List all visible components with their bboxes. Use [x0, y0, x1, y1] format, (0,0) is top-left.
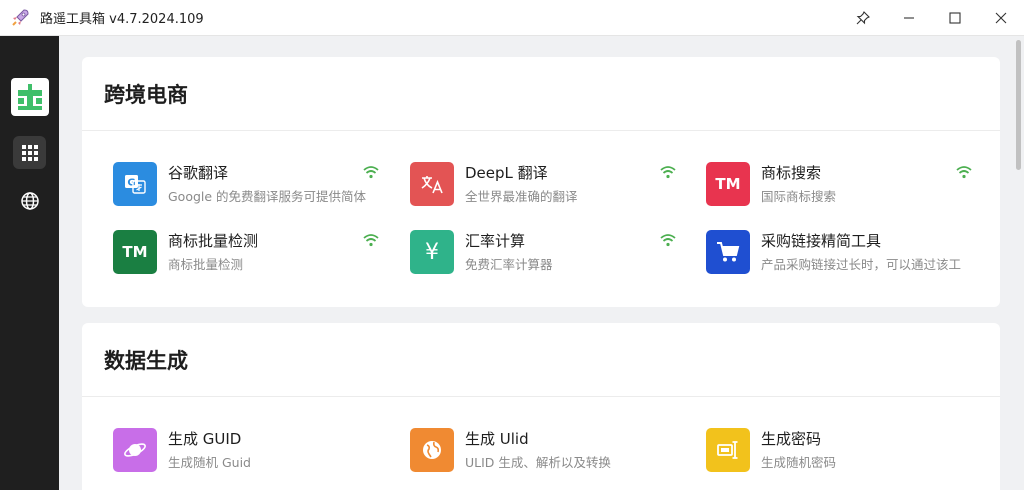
tool-trademark-search[interactable]: TM 商标搜索 国际商标搜索	[706, 159, 986, 209]
tool-google-translate[interactable]: G 谷歌翻译 Google 的免费翻译服务可提供简体	[113, 159, 393, 209]
nav-tools[interactable]	[13, 136, 46, 169]
close-button[interactable]	[978, 0, 1024, 36]
tool-name: 生成 Ulid	[465, 430, 529, 448]
section-title: 跨境电商	[104, 82, 188, 107]
tool-description: 生成随机 Guid	[168, 455, 251, 470]
tool-generate-guid[interactable]: 生成 GUID 生成随机 Guid	[113, 425, 393, 475]
tool-description: 全世界最准确的翻译	[465, 189, 578, 204]
tool-description: 生成随机密码	[761, 455, 837, 470]
title-bar: 路遥工具箱 v4.7.2024.109	[0, 0, 1024, 36]
section-header: 跨境电商	[82, 57, 1000, 131]
close-icon	[995, 12, 1007, 24]
google-translate-icon: G	[113, 162, 157, 206]
tool-generate-ulid[interactable]: 生成 Ulid ULID 生成、解析以及转换	[410, 425, 690, 475]
tool-link-shortener[interactable]: 采购链接精简工具 产品采购链接过长时，可以通过该工	[706, 227, 986, 277]
wifi-icon	[363, 166, 379, 179]
svg-text:G: G	[127, 178, 135, 189]
yen-icon: ¥	[410, 230, 454, 274]
wifi-icon	[660, 166, 676, 179]
nav-web[interactable]	[13, 184, 46, 217]
tool-generate-password[interactable]: 生成密码 生成随机密码	[706, 425, 986, 475]
tm-icon: TM	[706, 162, 750, 206]
rocket-icon	[12, 8, 29, 26]
tool-name: 谷歌翻译	[168, 164, 229, 182]
section-header: 数据生成	[82, 323, 1000, 397]
tool-name: 汇率计算	[465, 232, 526, 250]
minimize-icon	[904, 17, 914, 19]
section-data-generation: 数据生成 生成 GUID 生成随机 Guid 生成 Ulid ULID 生成、解…	[82, 323, 1000, 490]
tool-name: 商标搜索	[761, 164, 822, 182]
tool-description: 产品采购链接过长时，可以通过该工	[761, 257, 962, 272]
wifi-icon	[363, 234, 379, 247]
window-controls	[840, 0, 1024, 36]
globe-icon	[410, 428, 454, 472]
section-cross-border: 跨境电商 G 谷歌翻译 Google 的免费翻译服务可提供简体 DeepL 翻译	[82, 57, 1000, 307]
app-logo	[11, 78, 49, 116]
cart-icon	[706, 230, 750, 274]
pin-icon	[856, 11, 870, 25]
tool-description: 国际商标搜索	[761, 189, 837, 204]
tool-name: 生成 GUID	[168, 430, 242, 448]
tool-name: 采购链接精简工具	[761, 232, 882, 250]
tm-icon: TM	[113, 230, 157, 274]
tool-description: 免费汇率计算器	[465, 257, 553, 272]
section-title: 数据生成	[104, 348, 188, 373]
planet-icon	[113, 428, 157, 472]
tool-name: 商标批量检测	[168, 232, 259, 250]
maximize-button[interactable]	[932, 0, 978, 36]
tool-description: 商标批量检测	[168, 257, 244, 272]
tool-description: ULID 生成、解析以及转换	[465, 455, 611, 470]
tool-name: DeepL 翻译	[465, 164, 548, 182]
tool-deepl[interactable]: DeepL 翻译 全世界最准确的翻译	[410, 159, 690, 209]
scrollbar-thumb[interactable]	[1016, 40, 1021, 170]
maximize-icon	[949, 12, 961, 24]
tool-description: Google 的免费翻译服务可提供简体	[168, 189, 367, 204]
navigation-rail	[0, 36, 59, 490]
wifi-icon	[660, 234, 676, 247]
grid-icon	[21, 144, 38, 161]
translate-icon	[410, 162, 454, 206]
tool-name: 生成密码	[761, 430, 822, 448]
pin-button[interactable]	[840, 0, 886, 36]
wifi-icon	[956, 166, 972, 179]
minimize-button[interactable]	[886, 0, 932, 36]
tool-exchange-rate[interactable]: ¥ 汇率计算 免费汇率计算器	[410, 227, 690, 277]
app-logo-icon	[18, 84, 42, 110]
password-icon	[706, 428, 750, 472]
window-title: 路遥工具箱 v4.7.2024.109	[40, 12, 204, 27]
globe-icon	[20, 191, 39, 210]
tool-trademark-batch[interactable]: TM 商标批量检测 商标批量检测	[113, 227, 393, 277]
